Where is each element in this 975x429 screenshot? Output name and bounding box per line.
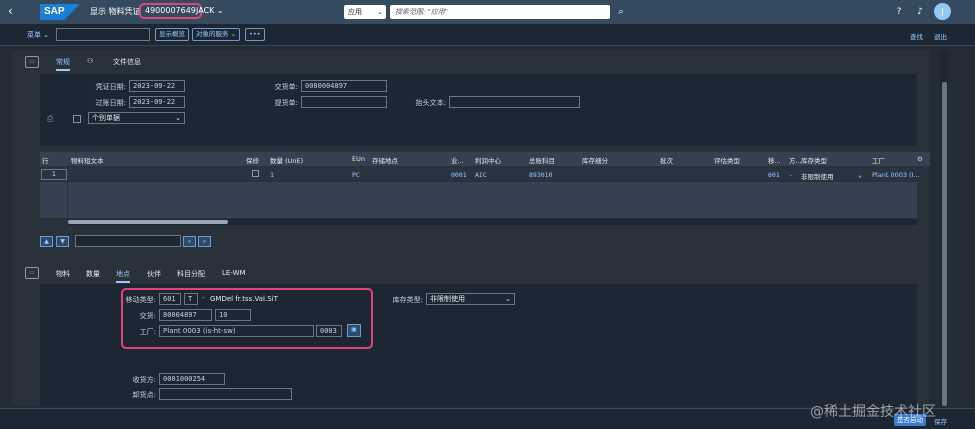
col-header-plant[interactable]: 工厂 <box>872 155 885 165</box>
exit-button[interactable]: 退出 <box>934 31 947 41</box>
search-icon[interactable]: ⌕ <box>614 5 628 19</box>
bill-of-lading-label: 提货单: <box>274 99 298 107</box>
stock-type-label: 库存类型: <box>392 296 423 304</box>
tab-account-assignment[interactable]: 科目分配 <box>177 269 205 279</box>
stock-type-select[interactable]: 非限制使用 ⌄ <box>426 293 515 305</box>
search-input[interactable]: 搜索范围: "应用" <box>390 5 610 19</box>
delivery-note-field[interactable]: 0080004897 <box>301 80 387 92</box>
receiver-field[interactable]: 0001000254 <box>159 373 225 385</box>
collapse-detail-icon[interactable]: ▭ <box>25 267 39 279</box>
display-overview-button[interactable]: 显示概览 <box>155 28 189 41</box>
app-title: 显示 物料凭证 <box>90 7 141 16</box>
col-header-stock-type[interactable]: 库存类型 <box>801 155 827 165</box>
toolbar: 菜单 ⌄ 显示概览 对象的服务 ⌄ ••• 查找 退出 <box>0 24 975 46</box>
cell-direction: - <box>789 171 793 179</box>
col-header-stock-segment[interactable]: 库存细分 <box>582 155 608 165</box>
printer-icon[interactable]: ⎙ <box>47 114 53 124</box>
delivery-note-label: 交货单: <box>274 83 298 91</box>
post-date-label: 过账日期: <box>95 99 126 107</box>
cell-profit-center: AIC <box>475 171 487 179</box>
cell-movement: 601 <box>768 171 780 179</box>
people-icon: ⚇ <box>87 57 94 65</box>
col-header-movement[interactable]: 移... <box>768 155 781 165</box>
bill-of-lading-field[interactable] <box>301 96 387 108</box>
back-icon[interactable]: ‹ <box>8 4 22 18</box>
vertical-scroll-thumb[interactable] <box>942 82 947 406</box>
settings-icon[interactable]: ⚙ <box>917 155 923 163</box>
tab-location[interactable]: 地点 <box>116 269 130 283</box>
print-checkbox[interactable] <box>73 115 81 123</box>
filter-icon[interactable]: ▼ <box>56 236 69 247</box>
user-menu[interactable]: JACK ⌄ <box>196 6 224 15</box>
cell-plant: Plant 0003 (I... <box>872 171 920 179</box>
post-date-field[interactable]: 2023-09-22 <box>129 96 185 108</box>
line-number-field[interactable]: 1 <box>41 169 67 180</box>
watermark: @稀土掘金技术社区 <box>810 404 936 420</box>
cell-eun: PC <box>352 171 360 179</box>
col-header-batch[interactable]: 批次 <box>660 155 673 165</box>
col-header-eun[interactable]: EUn <box>352 155 365 163</box>
header-text-label: 抬头文本: <box>415 99 446 107</box>
menu-button[interactable]: 菜单 ⌄ <box>27 30 49 40</box>
search-next-icon[interactable]: ⌕ <box>198 236 211 247</box>
chevron-down-icon[interactable]: ⌄ <box>858 171 862 179</box>
tab-material[interactable]: 物料 <box>56 269 70 279</box>
col-header-gl-account[interactable]: 总账科目 <box>529 155 555 165</box>
col-header-quantity[interactable]: 数量 (UnE) <box>270 155 303 165</box>
tab-general[interactable]: 常规 <box>56 57 70 71</box>
search-scope-select[interactable]: 应用 ⌄ <box>344 5 386 19</box>
col-header-line[interactable]: 行 <box>42 155 49 165</box>
cell-gl-account: 893010 <box>529 171 553 179</box>
tab-partner[interactable]: 伙伴 <box>147 269 161 279</box>
doc-date-field[interactable]: 2023-09-22 <box>129 80 185 92</box>
notification-icon[interactable]: ♪ <box>913 5 927 19</box>
slip-select[interactable]: 个别单据 ⌄ <box>88 112 185 124</box>
unloading-point-field[interactable] <box>159 388 292 400</box>
col-header-storage-location[interactable]: 存储地点 <box>372 155 398 165</box>
tab-quantity[interactable]: 数量 <box>86 269 100 279</box>
chevron-down-icon: ⌄ <box>505 295 511 303</box>
shell-bar: ‹ SAP 显示 物料凭证 4900007649 JACK ⌄ 应用 ⌄ 搜索范围… <box>0 0 975 24</box>
avatar[interactable]: J <box>934 3 951 20</box>
grid-search-input[interactable] <box>75 235 181 247</box>
col-header-material-text[interactable]: 物料短文本 <box>71 155 104 165</box>
collapse-header-icon[interactable]: ▭ <box>25 56 39 68</box>
command-dropdown[interactable] <box>56 28 150 41</box>
receiver-label: 收货方: <box>132 376 156 384</box>
col-header-segment[interactable]: 业... <box>451 155 464 165</box>
more-button[interactable]: ••• <box>245 28 265 41</box>
document-number: 4900007649 <box>139 3 202 19</box>
highlight-frame <box>121 288 373 349</box>
grid-empty-area <box>68 182 917 218</box>
tab-doc-info[interactable]: 文件信息 <box>113 57 141 67</box>
col-header-profit-center[interactable]: 利润中心 <box>475 155 501 165</box>
col-header-warranty[interactable]: 保修 <box>246 155 259 165</box>
col-header-direction[interactable]: 方... <box>789 155 802 165</box>
col-header-valuation-type[interactable]: 评估类型 <box>714 155 740 165</box>
cell-segment: 0001 <box>451 171 467 179</box>
object-services-button[interactable]: 对象的服务 ⌄ <box>192 28 241 41</box>
warranty-checkbox[interactable] <box>252 170 259 177</box>
grid-header: 行 物料短文本 保修 数量 (UnE) EUn 存储地点 业... 利润中心 总… <box>40 152 930 166</box>
find-button[interactable]: 查找 <box>910 31 923 41</box>
unloading-point-label: 卸货点: <box>132 391 156 399</box>
chevron-down-icon: ⌄ <box>175 114 181 122</box>
search-scope-value: 应用 <box>348 8 362 16</box>
cell-stock-type[interactable]: 非限制使用 <box>801 171 834 181</box>
help-icon[interactable]: ? <box>892 5 906 19</box>
search-icon[interactable]: ⌕ <box>183 236 196 247</box>
slip-select-value: 个别单据 <box>92 114 120 122</box>
table-row[interactable]: 1 1 PC 0001 AIC 893010 601 - 非限制使用 ⌄ Pla… <box>40 168 920 181</box>
row-selector-column <box>40 182 67 218</box>
cell-quantity: 1 <box>270 171 274 179</box>
stock-type-value: 非限制使用 <box>430 295 465 303</box>
chevron-down-icon: ⌄ <box>377 8 383 16</box>
doc-date-label: 凭证日期: <box>95 83 126 91</box>
sap-logo[interactable]: SAP <box>40 4 80 20</box>
move-up-icon[interactable]: ▲ <box>40 236 53 247</box>
header-text-field[interactable] <box>449 96 580 108</box>
horizontal-scroll-thumb[interactable] <box>68 220 228 224</box>
tab-le-wm[interactable]: LE-WM <box>222 269 246 277</box>
